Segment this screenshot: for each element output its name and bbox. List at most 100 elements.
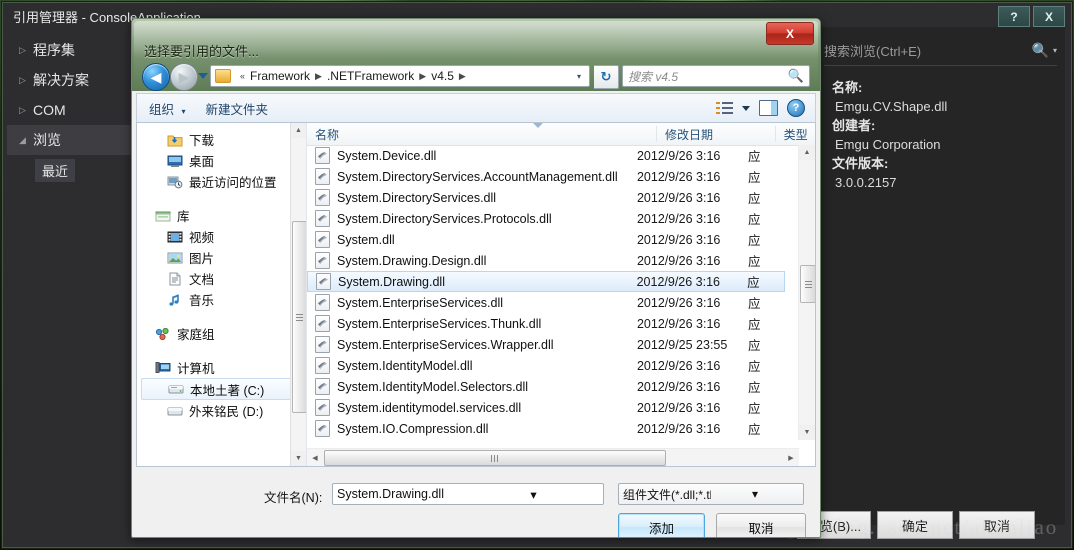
tree-item-label: 浏览 [33, 132, 61, 148]
nav-item-recent-places[interactable]: 最近访问的位置 [137, 171, 306, 192]
back-button[interactable]: ◀ [142, 63, 170, 91]
tree-item-assemblies[interactable]: ▷ 程序集 [7, 35, 132, 65]
scroll-thumb[interactable] [292, 221, 306, 413]
table-row[interactable]: System.IO.Compression.dll 2012/9/26 3:16… [307, 418, 785, 439]
scroll-up-arrow-icon[interactable]: ▲ [799, 145, 815, 160]
nav-item-label: 桌面 [189, 155, 215, 169]
file-date-cell: 2012/9/26 3:16 [636, 232, 721, 247]
close-button[interactable]: X [1033, 6, 1065, 27]
nav-item-label: 视频 [189, 231, 215, 245]
command-bar-right: ? [716, 99, 815, 117]
search-icon: 🔍 [1031, 41, 1049, 58]
scroll-left-arrow-icon[interactable]: ◀ [307, 449, 323, 466]
cancel-button[interactable]: 取消 [959, 511, 1035, 539]
dll-file-icon [315, 147, 330, 164]
forward-button[interactable]: ▶ [170, 63, 198, 91]
dialog-cancel-button[interactable]: 取消 [716, 513, 806, 537]
chevron-down-icon[interactable]: ▾ [711, 487, 799, 501]
nav-item-computer[interactable]: 计算机 [137, 357, 306, 378]
table-row[interactable]: System.IdentityModel.dll 2012/9/26 3:16 … [307, 355, 785, 376]
table-row[interactable]: System.EnterpriseServices.Thunk.dll 2012… [307, 313, 785, 334]
scroll-right-arrow-icon[interactable]: ▶ [783, 449, 799, 466]
scroll-thumb[interactable] [324, 450, 666, 466]
scroll-up-arrow-icon[interactable]: ▲ [291, 123, 306, 138]
nav-item-drive-c[interactable]: 本地土著 (C:) [141, 378, 302, 400]
table-row[interactable]: System.EnterpriseServices.Wrapper.dll 20… [307, 334, 785, 355]
table-row-selected[interactable]: System.Drawing.dll 2012/9/26 3:16 应 [307, 271, 785, 292]
scroll-thumb-grip [491, 454, 499, 462]
file-list-horizontal-scrollbar[interactable]: ◀ ▶ [307, 448, 799, 466]
file-name-cell: System.DirectoryServices.Protocols.dll [307, 210, 637, 227]
breadcrumb-overflow-icon[interactable]: « [240, 71, 245, 81]
dll-file-icon [315, 231, 330, 248]
nav-item-downloads[interactable]: 下载 [137, 129, 306, 150]
add-button[interactable]: 添加 [618, 513, 705, 537]
address-dropdown-icon[interactable]: ▾ [571, 72, 587, 81]
nav-item-homegroup[interactable]: 家庭组 [137, 323, 306, 344]
scroll-down-arrow-icon[interactable]: ▼ [799, 425, 815, 440]
nav-item-music[interactable]: 音乐 [137, 289, 306, 310]
nav-pane-scrollbar[interactable]: ▲ ▼ [290, 123, 306, 466]
file-name-text: System.IO.Compression.dll [337, 421, 489, 436]
nav-item-label: 本地土著 (C:) [190, 383, 265, 398]
file-type-cell: 应 [748, 339, 761, 353]
file-list-vertical-scrollbar[interactable]: ▲ ▼ [798, 145, 815, 440]
chevron-right-icon: ▷ [19, 104, 26, 115]
chevron-down-icon[interactable]: ▾ [1053, 46, 1057, 55]
table-row[interactable]: System.Drawing.Design.dll 2012/9/26 3:16… [307, 250, 785, 271]
breadcrumb-item-v45[interactable]: v4.5 [431, 69, 454, 83]
table-row[interactable]: System.DirectoryServices.dll 2012/9/26 3… [307, 187, 785, 208]
reference-search-box[interactable]: 搜索浏览(Ctrl+E) 🔍 ▾ [824, 35, 1057, 66]
list-view-icon[interactable] [716, 101, 733, 115]
table-row[interactable]: System.dll 2012/9/26 3:16 应 [307, 229, 785, 250]
scroll-thumb[interactable] [800, 265, 815, 303]
help-icon[interactable]: ? [787, 99, 805, 117]
address-bar[interactable]: « Framework ▶ .NETFramework ▶ v4.5 ▶ ▾ [210, 65, 590, 87]
filetype-select[interactable]: 组件文件(*.dll;*.tlb;*.olb;*.ocx; ▾ [618, 483, 804, 505]
file-type-cell: 应 [748, 402, 761, 416]
column-header-date[interactable]: 修改日期 [657, 126, 775, 143]
breadcrumb-item-netframework[interactable]: .NETFramework [327, 69, 414, 83]
library-icon [155, 209, 171, 223]
tree-item-solution[interactable]: ▷ 解决方案 [7, 65, 132, 95]
history-dropdown-icon[interactable] [198, 73, 208, 79]
file-name-text: System.DirectoryServices.AccountManageme… [337, 169, 618, 184]
table-row[interactable]: System.DirectoryServices.Protocols.dll 2… [307, 208, 785, 229]
file-search-input[interactable]: 搜索 v4.5 🔍 [622, 65, 810, 87]
help-button[interactable]: ? [998, 6, 1030, 27]
videos-icon [167, 230, 183, 244]
nav-item-documents[interactable]: 文档 [137, 268, 306, 289]
file-date-cell: 2012/9/26 3:16 [636, 295, 721, 310]
nav-item-libraries[interactable]: 库 [137, 205, 306, 226]
preview-pane-icon[interactable] [759, 100, 778, 116]
dialog-close-button[interactable]: X [766, 22, 814, 45]
table-row[interactable]: System.DirectoryServices.AccountManageme… [307, 166, 785, 187]
organize-menu[interactable]: 组织 ▾ [141, 99, 194, 118]
nav-item-videos[interactable]: 视频 [137, 226, 306, 247]
nav-item-desktop[interactable]: 桌面 [137, 150, 306, 171]
file-name-cell: System.DirectoryServices.dll [307, 189, 637, 206]
dialog-content: 下载 桌面 最近访问的位置 库 视频 图片 文档 音乐 家庭组 计算机 本地土著… [136, 123, 816, 467]
table-row[interactable]: System.identitymodel.services.dll 2012/9… [307, 397, 785, 418]
table-row[interactable]: System.Device.dll 2012/9/26 3:16 应 [307, 145, 785, 166]
tree-item-recent[interactable]: 最近 [35, 159, 76, 182]
table-row[interactable]: System.EnterpriseServices.dll 2012/9/26 … [307, 292, 785, 313]
filename-input[interactable]: System.Drawing.dll ▾ [332, 483, 604, 505]
column-header-name[interactable]: 名称 [307, 126, 656, 143]
new-folder-button[interactable]: 新建文件夹 [198, 99, 277, 118]
ok-button[interactable]: 确定 [877, 511, 953, 539]
breadcrumb-item-framework[interactable]: Framework [250, 69, 310, 83]
table-row[interactable]: System.IdentityModel.Selectors.dll 2012/… [307, 376, 785, 397]
tree-item-com[interactable]: ▷ COM [7, 95, 132, 125]
refresh-button[interactable]: ↻ [594, 65, 619, 89]
chevron-down-icon[interactable] [742, 105, 750, 111]
file-date-cell: 2012/9/26 3:16 [636, 358, 721, 373]
scroll-down-arrow-icon[interactable]: ▼ [291, 451, 306, 466]
nav-item-label: 下载 [189, 134, 215, 148]
nav-item-drive-d[interactable]: 外来铭民 (D:) [137, 400, 306, 421]
tree-item-browse[interactable]: ◢ 浏览 [7, 125, 132, 155]
chevron-down-icon[interactable]: ▾ [468, 487, 599, 502]
dll-file-icon [315, 294, 330, 311]
nav-item-pictures[interactable]: 图片 [137, 247, 306, 268]
column-header-type[interactable]: 类型 [776, 126, 815, 143]
